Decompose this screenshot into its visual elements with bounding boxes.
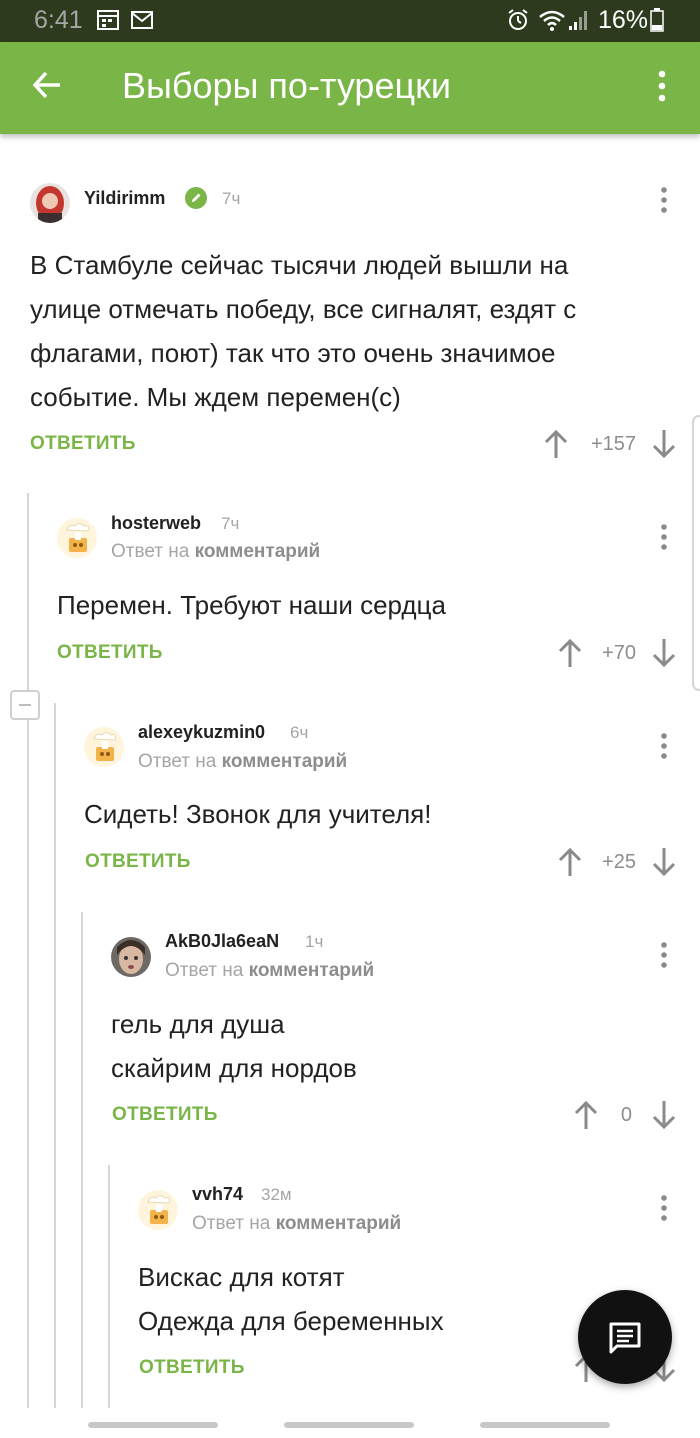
reply-to-prefix: Ответ на (138, 751, 217, 772)
comment-time: 7ч (221, 514, 240, 533)
reply-button[interactable]: ОТВЕТИТЬ (85, 851, 191, 873)
status-bar: 6:41 16% (0, 0, 700, 42)
avatar[interactable] (57, 518, 97, 558)
comment-body: Перемен. Требуют наши сердца (57, 583, 677, 627)
comment-author[interactable]: Yildirimm (84, 188, 165, 209)
collapse-thread-button[interactable] (10, 690, 40, 720)
avatar[interactable] (111, 937, 151, 977)
reply-to-prefix: Ответ на (165, 960, 244, 981)
comment-time: 32м (261, 1185, 292, 1204)
comment-time: 7ч (222, 189, 241, 208)
battery-icon (650, 8, 664, 37)
avatar[interactable] (30, 183, 70, 223)
reply-to-label: Ответ на комментарий (165, 960, 374, 982)
downvote-arrow-icon[interactable] (650, 637, 678, 674)
reply-to-label: Ответ на комментарий (138, 751, 347, 773)
wifi-icon (538, 8, 566, 37)
reply-button[interactable]: ОТВЕТИТЬ (57, 642, 163, 664)
comment-score: 0 (620, 1104, 632, 1126)
comment-menu-icon[interactable] (654, 186, 674, 219)
status-time: 6:41 (34, 6, 83, 34)
comment-menu-icon[interactable] (654, 732, 674, 765)
comment-menu-icon[interactable] (654, 523, 674, 556)
reply-to-prefix: Ответ на (111, 541, 190, 562)
comment-score: +70 (602, 642, 636, 664)
reply-to-link[interactable]: комментарий (249, 960, 375, 981)
comment-author[interactable]: alexeykuzmin0 (138, 722, 265, 743)
system-nav-bar (0, 1408, 700, 1438)
comment-line: флагами, поют) так что это очень значимо… (30, 338, 556, 368)
comment-menu-icon[interactable] (654, 941, 674, 974)
downvote-arrow-icon[interactable] (650, 846, 678, 883)
calendar-icon (96, 8, 120, 37)
reply-button[interactable]: ОТВЕТИТЬ (30, 433, 136, 455)
thread-line (108, 1165, 110, 1408)
signal-icon (568, 8, 590, 37)
reply-to-label: Ответ на комментарий (111, 541, 320, 563)
comment-body: Вискас для котят Одежда для беременных (138, 1255, 578, 1343)
reply-to-prefix: Ответ на (192, 1213, 271, 1234)
battery-percent: 16% (598, 6, 649, 34)
page-title: Выборы по-турецки (122, 65, 451, 106)
comment-time: 6ч (290, 723, 309, 742)
comment-time: 1ч (305, 932, 324, 951)
verified-pencil-icon (184, 186, 208, 215)
comment-line: Вискас для котят (138, 1262, 345, 1292)
reply-to-link[interactable]: комментарий (195, 541, 321, 562)
avatar[interactable] (138, 1190, 178, 1230)
downvote-arrow-icon[interactable] (650, 1099, 678, 1136)
nav-back-handle[interactable] (88, 1422, 218, 1428)
thread-line (81, 912, 83, 1408)
reply-button[interactable]: ОТВЕТИТЬ (139, 1357, 245, 1379)
nav-recent-handle[interactable] (480, 1422, 610, 1428)
comment-author[interactable]: AkB0Jla6eaN (165, 931, 279, 952)
comment-body: гель для душа скайрим для нордов (111, 1002, 671, 1090)
alarm-icon (506, 8, 530, 37)
comment-menu-icon[interactable] (654, 1194, 674, 1227)
thread-line (54, 703, 56, 1408)
comment-line: Перемен. Требуют наши сердца (57, 590, 446, 620)
reply-to-label: Ответ на комментарий (192, 1213, 401, 1235)
thread-line (27, 493, 29, 1408)
app-bar: Выборы по-турецки (0, 42, 700, 134)
comment-author[interactable]: vvh74 (192, 1184, 243, 1205)
avatar[interactable] (84, 727, 124, 767)
scrollbar-thumb[interactable] (692, 415, 700, 691)
add-comment-button[interactable] (578, 1290, 672, 1384)
comment-line: гель для душа (111, 1009, 285, 1039)
reply-to-link[interactable]: комментарий (276, 1213, 402, 1234)
comment-body: В Стамбуле сейчас тысячи людей вышли на … (30, 243, 680, 419)
comment-line: скайрим для нордов (111, 1053, 357, 1083)
comment-author[interactable]: hosterweb (111, 513, 201, 534)
overflow-menu-icon[interactable] (650, 68, 674, 109)
comment-score: +157 (590, 433, 636, 455)
comment-body: Сидеть! Звонок для учителя! (84, 792, 674, 836)
comment-line: событие. Мы ждем перемен(с) (30, 382, 401, 412)
downvote-arrow-icon[interactable] (650, 428, 678, 465)
comment-line: Одежда для беременных (138, 1306, 444, 1336)
reply-to-link[interactable]: комментарий (222, 751, 348, 772)
comment-score: +25 (602, 851, 636, 873)
upvote-arrow-icon[interactable] (542, 428, 570, 465)
back-arrow-icon[interactable] (30, 68, 64, 107)
mail-icon (130, 8, 154, 37)
nav-home-handle[interactable] (284, 1422, 414, 1428)
comment-line: улице отмечать победу, все сигналят, езд… (30, 294, 577, 324)
reply-button[interactable]: ОТВЕТИТЬ (112, 1104, 218, 1126)
comment-line: В Стамбуле сейчас тысячи людей вышли на (30, 250, 569, 280)
comment-line: Сидеть! Звонок для учителя! (84, 799, 432, 829)
